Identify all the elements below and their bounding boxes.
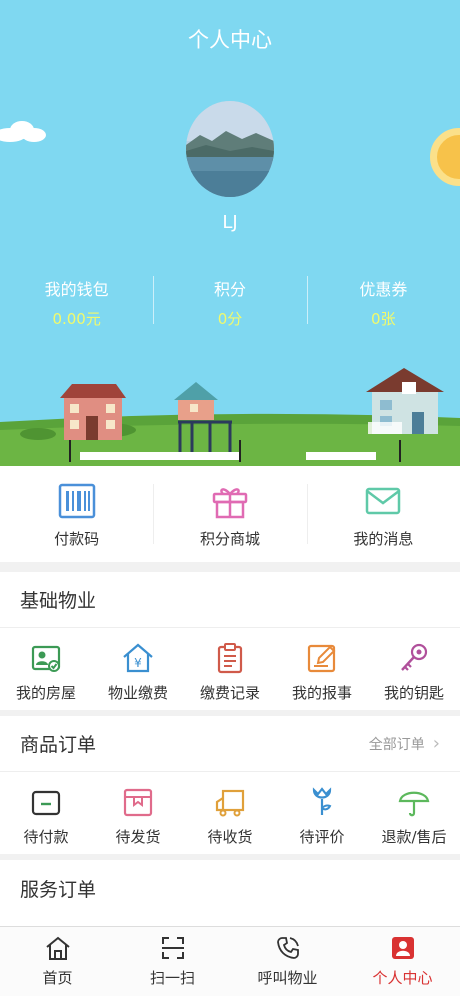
cloud-decoration [0,121,46,142]
tab-label: 个人中心 [372,969,433,987]
stat-value: 0.00元 [52,310,101,328]
section-header: 基础物业 [0,572,460,628]
tab-scan[interactable]: 扫一扫 [115,927,230,996]
mail-icon [366,487,401,515]
service-orders-section: 服务订单 [0,860,460,926]
section-header: 商品订单 全部订单 › [0,716,460,772]
key-icon [401,643,428,671]
stat-value: 0张 [371,310,396,328]
grid-label: 我的报事 [291,684,352,702]
tab-label: 首页 [42,969,73,987]
grid-label: 待收货 [207,828,253,846]
section-title: 基础物业 [20,590,97,612]
house-id-icon [31,645,61,672]
package-icon [123,788,153,817]
coupon-stat[interactable]: 优惠券 0张 [306,272,460,329]
page-title: 个人中心 [188,28,272,52]
house-yen-icon: ¥ [123,643,153,673]
barcode-icon [58,483,95,519]
my-reports-button[interactable]: 我的报事 [276,628,368,714]
chevron-right-icon: › [432,733,440,754]
grid-label: 物业缴费 [107,684,168,702]
username: LJ [222,212,238,233]
tab-home[interactable]: 首页 [0,927,115,996]
svg-text:¥: ¥ [134,656,142,670]
quick-label: 付款码 [54,530,100,548]
profile-icon [391,937,414,959]
stat-label: 积分 [213,280,246,299]
points-stat[interactable]: 积分 0分 [153,272,306,329]
grid-label: 退款/售后 [381,828,447,846]
property-grid: 我的房屋 ¥ 物业缴费 缴费记录 我的报事 我的钥匙 [0,628,460,714]
pending-payment-button[interactable]: 待付款 [0,772,92,858]
sun-decoration [430,128,460,186]
grid-label: 待付款 [23,828,69,846]
refund-aftersale-button[interactable]: 退款/售后 [368,772,460,858]
tab-call-property[interactable]: 呼叫物业 [230,927,345,996]
truck-icon [215,789,245,817]
payment-code-button[interactable]: 付款码 [0,466,153,562]
property-section: 基础物业 我的房屋 ¥ 物业缴费 缴费记录 我的报事 我的钥匙 [0,572,460,710]
tab-label: 扫一扫 [149,969,195,987]
wallet-icon [31,790,61,816]
wallet-stat[interactable]: 我的钱包 0.00元 [0,272,153,329]
neighborhood-illustration [0,368,460,466]
stat-label: 优惠券 [359,280,408,299]
avatar[interactable] [186,101,274,197]
all-orders-label: 全部订单 [368,736,425,753]
quick-actions: 付款码 积分商城 我的消息 [0,466,460,562]
section-title: 服务订单 [20,878,97,901]
phone-icon [276,937,299,959]
grid-label: 我的钥匙 [383,684,444,702]
bottom-tabbar: 首页 扫一扫 呼叫物业 个人中心 [0,926,460,996]
points-mall-button[interactable]: 积分商城 [153,466,306,562]
flower-icon [312,787,332,815]
clipboard-icon [217,643,243,674]
quick-label: 积分商城 [199,530,260,548]
pending-review-button[interactable]: 待评价 [276,772,368,858]
home-icon [45,936,70,960]
edit-icon [307,644,336,673]
grid-label: 待评价 [299,828,345,846]
pending-shipment-button[interactable]: 待发货 [92,772,184,858]
all-orders-link[interactable]: 全部订单 › [369,733,440,754]
quick-label: 我的消息 [353,530,414,548]
stats-row: 我的钱包 0.00元 积分 0分 优惠券 0张 [0,272,460,329]
gift-icon [212,488,248,519]
my-keys-button[interactable]: 我的钥匙 [368,628,460,714]
property-payment-button[interactable]: ¥ 物业缴费 [92,628,184,714]
grid-label: 待发货 [115,828,161,846]
stat-label: 我的钱包 [44,280,109,299]
goods-orders-grid: 待付款 待发货 待收货 待评价 退款/售后 [0,772,460,858]
scan-icon [161,937,184,959]
umbrella-icon [398,791,430,817]
my-messages-button[interactable]: 我的消息 [306,466,460,562]
payment-records-button[interactable]: 缴费记录 [184,628,276,714]
my-house-button[interactable]: 我的房屋 [0,628,92,714]
tab-label: 呼叫物业 [257,969,318,987]
profile-header: 个人中心 LJ 我的钱包 0.00元 积分 0分 优惠券 0张 [0,0,460,466]
pending-receipt-button[interactable]: 待收货 [184,772,276,858]
stat-value: 0分 [217,310,243,328]
goods-orders-section: 商品订单 全部订单 › 待付款 待发货 待收货 待评价 退款/售后 [0,716,460,854]
grid-label: 缴费记录 [199,684,260,702]
section-header: 服务订单 [0,860,460,916]
tab-profile[interactable]: 个人中心 [345,927,460,996]
grid-label: 我的房屋 [15,684,76,702]
section-title: 商品订单 [20,734,97,756]
